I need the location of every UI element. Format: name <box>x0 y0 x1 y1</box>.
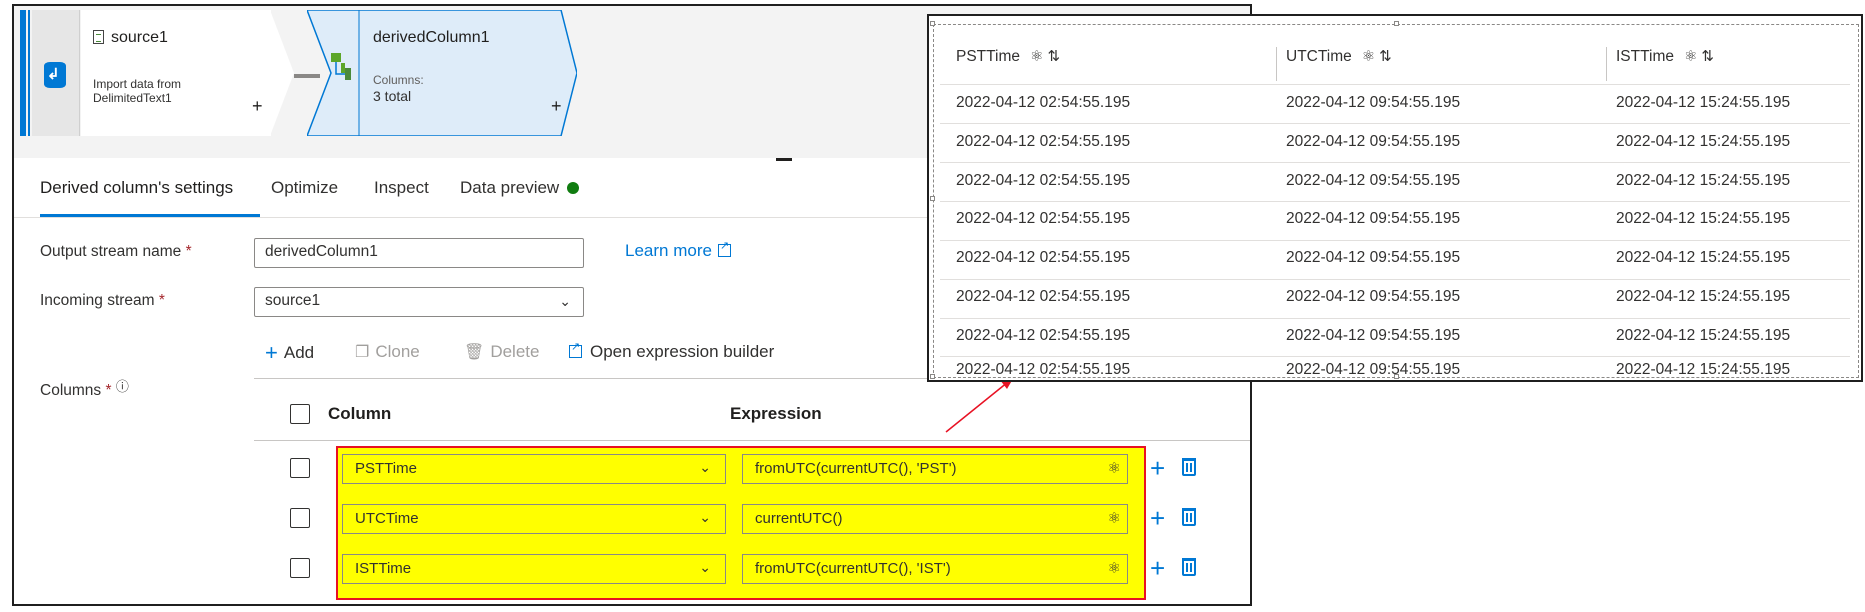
preview-header-utctime[interactable]: UTCTime ⚛⇅ <box>1286 47 1396 66</box>
data-preview-grid: PSTTime ⚛⇅ UTCTime ⚛⇅ ISTTime ⚛⇅ 2022-04-12… <box>933 24 1859 378</box>
row-divider <box>940 356 1850 357</box>
row-divider <box>940 318 1850 319</box>
preview-cell: 2022-04-12 02:54:55.195 <box>956 288 1131 305</box>
preview-cell: 2022-04-12 15:24:55.195 <box>1616 361 1791 378</box>
preview-cell: 2022-04-12 15:24:55.195 <box>1616 327 1791 344</box>
preview-cell: 2022-04-12 09:54:55.195 <box>1286 172 1461 189</box>
preview-cell: 2022-04-12 15:24:55.195 <box>1616 133 1791 150</box>
row-divider <box>940 84 1850 85</box>
preview-cell: 2022-04-12 02:54:55.195 <box>956 249 1131 266</box>
preview-cell: 2022-04-12 09:54:55.195 <box>1286 288 1461 305</box>
column-separator <box>1606 47 1607 81</box>
column-sort-icon[interactable]: ⚛⇅ <box>1362 48 1396 65</box>
preview-cell: 2022-04-12 02:54:55.195 <box>956 327 1131 344</box>
preview-cell: 2022-04-12 15:24:55.195 <box>1616 288 1791 305</box>
preview-header-label: UTCTime <box>1286 48 1352 65</box>
preview-cell: 2022-04-12 09:54:55.195 <box>1286 249 1461 266</box>
column-sort-icon[interactable]: ⚛⇅ <box>1684 48 1718 65</box>
resize-handle[interactable] <box>930 196 935 201</box>
resize-handle[interactable] <box>930 21 935 26</box>
row-divider <box>940 201 1850 202</box>
preview-header-label: PSTTime <box>956 48 1021 65</box>
column-separator <box>1276 47 1277 81</box>
row-divider <box>940 279 1850 280</box>
row-divider <box>940 123 1850 124</box>
preview-cell: 2022-04-12 15:24:55.195 <box>1616 210 1791 227</box>
row-divider <box>940 162 1850 163</box>
column-sort-icon[interactable]: ⚛⇅ <box>1030 48 1064 65</box>
resize-handle[interactable] <box>1394 21 1399 26</box>
preview-header-psttime[interactable]: PSTTime ⚛⇅ <box>956 47 1064 66</box>
resize-handle[interactable] <box>1394 374 1399 379</box>
preview-cell: 2022-04-12 02:54:55.195 <box>956 94 1131 111</box>
preview-cell: 2022-04-12 02:54:55.195 <box>956 210 1131 227</box>
preview-cell: 2022-04-12 09:54:55.195 <box>1286 133 1461 150</box>
preview-cell: 2022-04-12 02:54:55.195 <box>956 361 1131 378</box>
preview-cell: 2022-04-12 02:54:55.195 <box>956 172 1131 189</box>
preview-cell: 2022-04-12 15:24:55.195 <box>1616 249 1791 266</box>
preview-header-label: ISTTime <box>1616 48 1674 65</box>
preview-cell: 2022-04-12 02:54:55.195 <box>956 133 1131 150</box>
preview-cell: 2022-04-12 15:24:55.195 <box>1616 172 1791 189</box>
preview-cell: 2022-04-12 09:54:55.195 <box>1286 94 1461 111</box>
data-preview-panel: PSTTime ⚛⇅ UTCTime ⚛⇅ ISTTime ⚛⇅ 2022-04-12… <box>927 14 1863 382</box>
preview-cell: 2022-04-12 15:24:55.195 <box>1616 94 1791 111</box>
preview-cell: 2022-04-12 09:54:55.195 <box>1286 327 1461 344</box>
preview-header-isttime[interactable]: ISTTime ⚛⇅ <box>1616 47 1718 66</box>
row-divider <box>940 240 1850 241</box>
preview-cell: 2022-04-12 09:54:55.195 <box>1286 210 1461 227</box>
resize-handle[interactable] <box>930 374 935 379</box>
preview-cell: 2022-04-12 09:54:55.195 <box>1286 361 1461 378</box>
